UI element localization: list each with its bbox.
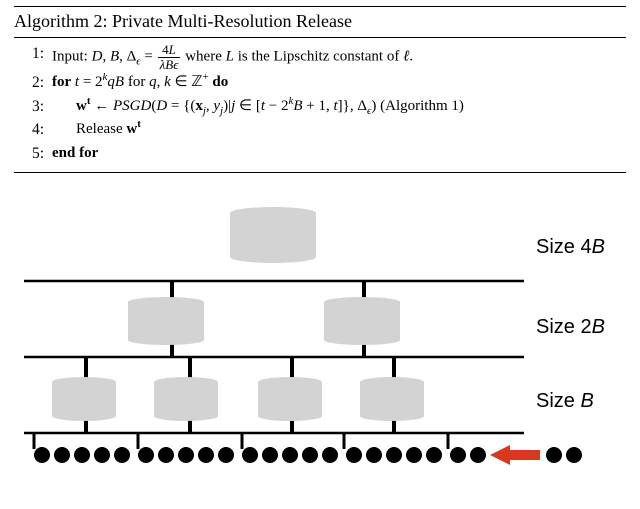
arrow-icon: [490, 445, 540, 465]
algorithm-body: 1: Input: D, B, Δϵ = 4L λBϵ where L is t…: [14, 38, 626, 173]
cylinder-icon: [230, 207, 316, 263]
algorithm-title: Algorithm 2: Private Multi-Resolution Re…: [14, 6, 626, 38]
cylinder-icon: [154, 377, 218, 421]
algo-line-2: 2: for t = 2kqB for q, k ∈ ℤ+ do: [14, 72, 626, 94]
row-label-b: Size B: [536, 390, 594, 412]
algo-line-4: 4: Release wt: [14, 119, 626, 141]
algo-line-3: 3: wt ← PSGD(D = {(xj, yj)|j ∈ [t − 2kB …: [14, 96, 626, 118]
row-label-4b: Size 4B: [536, 236, 605, 258]
figure: Size 4B Size 2B Size B: [0, 175, 640, 487]
figure-svg: Size 4B Size 2B Size B: [24, 193, 616, 483]
cylinder-icon: [52, 377, 116, 421]
cylinder-icon: [258, 377, 322, 421]
cylinder-icon: [128, 297, 204, 345]
algo-line-1: 1: Input: D, B, Δϵ = 4L λBϵ where L is t…: [14, 43, 626, 71]
cylinder-icon: [360, 377, 424, 421]
algorithm-block: Algorithm 2: Private Multi-Resolution Re…: [0, 0, 640, 175]
cylinder-icon: [324, 297, 400, 345]
row-label-2b: Size 2B: [536, 316, 605, 338]
algo-line-5: 5: end for: [14, 143, 626, 165]
